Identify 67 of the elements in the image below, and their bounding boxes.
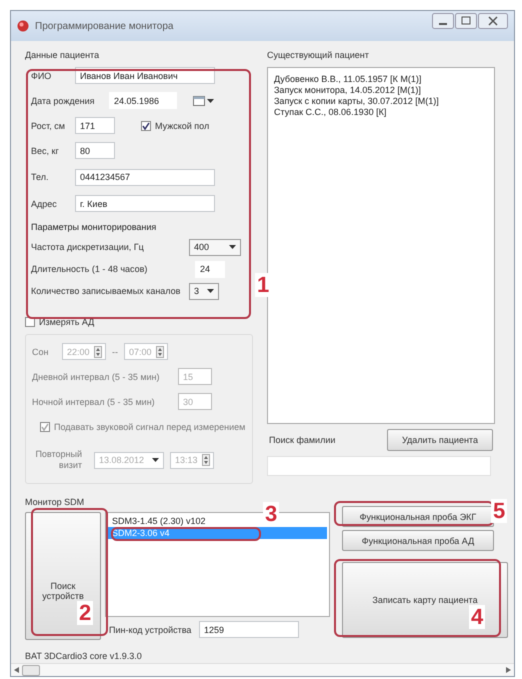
app-icon: [17, 20, 29, 32]
caret-icon: [229, 245, 236, 249]
maximize-icon: [455, 13, 477, 29]
date-picker-button[interactable]: [193, 95, 214, 106]
list-item[interactable]: SDM3-1.45 (2.30) v102: [108, 515, 210, 527]
checkbox-label: Измерять АД: [39, 317, 94, 327]
list-item[interactable]: Запуск с копии карты, 30.07.2012 [М(1)]: [274, 96, 488, 107]
field-label: Рост, см: [31, 120, 66, 130]
pin-field[interactable]: 1259: [199, 621, 299, 638]
scroll-right-icon: [505, 667, 511, 673]
calendar-icon: [193, 95, 205, 106]
scroll-thumb[interactable]: [22, 664, 40, 676]
section-title: Параметры мониторирования: [30, 221, 158, 234]
group-title: Монитор SDM: [25, 496, 86, 509]
status-text: BAT 3DCardio3 core v1.9.3.0: [24, 650, 143, 663]
scrollbar[interactable]: [11, 663, 514, 676]
field-label: Дата рождения: [31, 96, 96, 106]
address-field[interactable]: г. Киев: [75, 195, 215, 212]
duration-field[interactable]: 24: [195, 260, 225, 278]
group-title: Существующий пациент: [267, 49, 370, 62]
window-title: Программирование монитора: [35, 20, 174, 32]
caret-icon: [207, 289, 214, 293]
caret-icon: [207, 98, 214, 102]
annotation-number: 2: [77, 601, 94, 625]
group-title: Данные пациента: [25, 49, 100, 62]
spinner-icon: [202, 454, 210, 466]
channels-dropdown[interactable]: 3: [189, 282, 219, 300]
delete-button[interactable]: Удалить пациента: [387, 429, 493, 451]
annotation-number: 5: [491, 499, 508, 523]
search-field[interactable]: [267, 456, 491, 476]
list-item[interactable]: Запуск монитора, 14.05.2012 [М(1)]: [274, 85, 488, 96]
phone-field[interactable]: 0441234567: [75, 168, 215, 186]
field-label: Длительность (1 - 48 часов): [31, 264, 148, 274]
field-label: ФИО: [31, 70, 52, 80]
caret-icon: [152, 458, 159, 462]
field-label: Поиск фамилии: [269, 435, 336, 445]
field-label: Вес, кг: [31, 146, 60, 156]
field-label: Повторный визит: [34, 449, 82, 471]
checkbox[interactable]: [40, 422, 50, 432]
separator-text: --: [112, 346, 118, 356]
field-label: Дневной интервал (5 - 35 мин): [32, 372, 161, 382]
check-icon: [142, 122, 150, 130]
minimize-icon: [432, 13, 454, 29]
close-icon: [478, 13, 508, 29]
spinner-icon: [94, 346, 102, 358]
spinner-icon: [156, 346, 164, 358]
field-label: Частота дискретизации, Гц: [31, 242, 145, 252]
field-label: Количество записываемых каналов: [31, 286, 182, 296]
date-field[interactable]: 24.05.1986: [109, 92, 177, 109]
checkbox-label: Подавать звуковой сигнал перед измерением: [54, 422, 246, 432]
annotation-number: 1: [255, 273, 272, 297]
field-label: Пин-код устройства: [109, 624, 192, 634]
list-item[interactable]: Ступак С.С., 08.06.1930 [К]: [274, 107, 488, 118]
height-field[interactable]: 171: [75, 117, 115, 134]
scroll-left-icon: [14, 667, 20, 673]
test-button[interactable]: Функциональная проба АД: [342, 530, 494, 551]
frequency-dropdown[interactable]: 400: [189, 238, 241, 256]
field-label: Тел.: [31, 172, 50, 182]
list-item[interactable]: Дубовенко В.В., 11.05.1957 [К М(1)]: [274, 74, 488, 85]
checkbox[interactable]: [141, 120, 151, 130]
check-icon: [41, 422, 49, 430]
field-label: Сон: [32, 346, 50, 356]
field-label: Ночной интервал (5 - 35 мин): [32, 396, 156, 406]
field-label: Адрес: [31, 198, 58, 208]
checkbox-label: Мужской пол: [155, 120, 210, 130]
weight-field[interactable]: 80: [75, 142, 115, 159]
annotation-number: 4: [469, 605, 486, 629]
